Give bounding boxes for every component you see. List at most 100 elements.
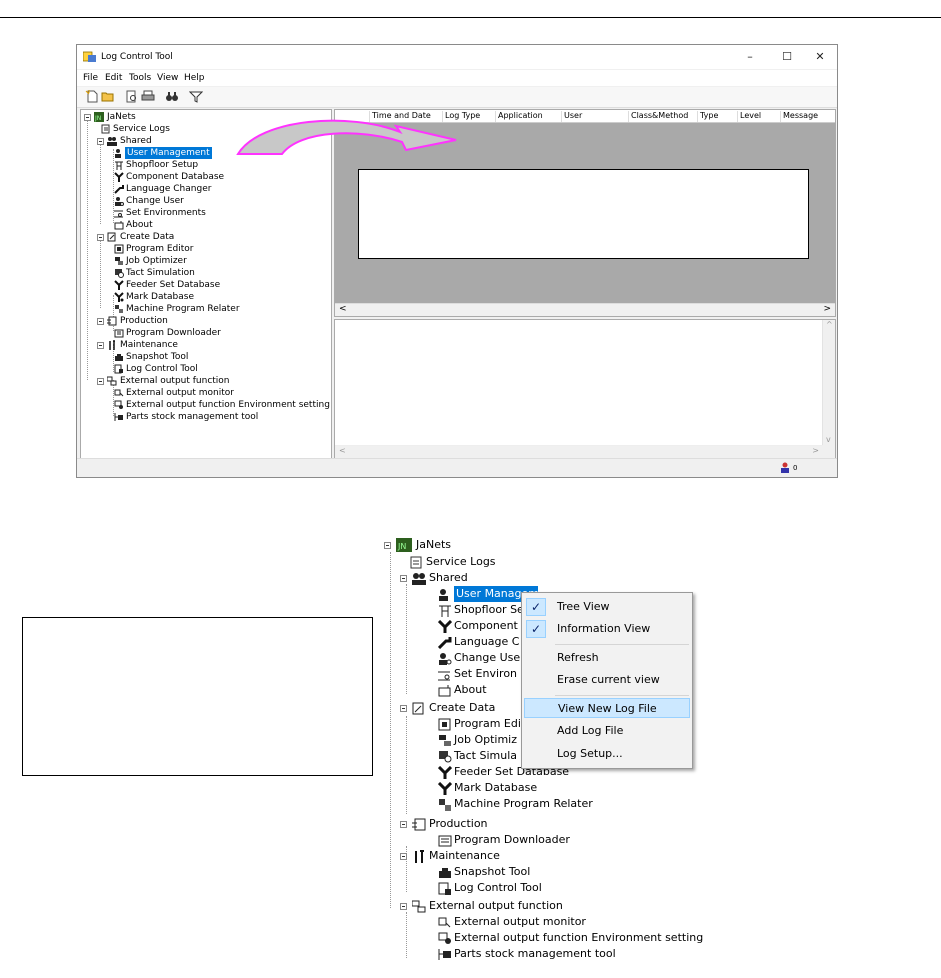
user-icon <box>439 589 448 601</box>
svg-text:JN: JN <box>94 115 101 122</box>
col-type[interactable]: Type <box>697 111 718 122</box>
vertical-scrollbar[interactable]: ^ v <box>822 320 835 458</box>
mark-icon <box>438 782 452 795</box>
create-data-icon <box>412 702 424 715</box>
log-detail-pane: ^ v < > <box>334 319 836 459</box>
svg-text:JN: JN <box>397 542 406 551</box>
col-level[interactable]: Level <box>737 111 761 122</box>
lower-callout-box <box>22 617 373 776</box>
downloader-icon <box>438 835 452 847</box>
menu-file[interactable]: File <box>83 73 98 83</box>
about-icon <box>114 221 124 230</box>
users-icon <box>107 137 117 146</box>
log-control-icon <box>114 364 123 374</box>
menu-item-refresh[interactable]: Refresh <box>524 648 690 668</box>
language-icon <box>438 637 452 649</box>
menu-separator <box>555 644 689 645</box>
filter-icon[interactable] <box>189 90 203 103</box>
horizontal-scrollbar[interactable]: < > <box>335 303 835 316</box>
production-icon <box>412 818 426 831</box>
menu-help[interactable]: Help <box>184 73 205 83</box>
env-setting-icon <box>114 400 123 409</box>
user-status-icon <box>781 462 789 473</box>
job-optimizer-icon <box>439 735 451 746</box>
external-output-icon <box>107 376 117 386</box>
collapse-toggle[interactable] <box>400 705 407 712</box>
shopfloor-icon <box>115 161 123 170</box>
change-user-icon <box>439 653 452 665</box>
job-optimizer-icon <box>115 257 123 265</box>
snapshot-icon <box>115 354 123 361</box>
collapse-toggle[interactable] <box>97 138 104 145</box>
col-application[interactable]: Application <box>495 111 543 122</box>
scroll-down-arrow[interactable]: v <box>826 435 831 444</box>
detail-scroll-left-arrow[interactable]: < <box>339 446 346 455</box>
tools-icon <box>415 850 424 863</box>
external-output-icon <box>412 900 426 913</box>
print-preview-icon[interactable] <box>125 90 139 103</box>
mark-icon <box>114 292 124 302</box>
collapse-toggle[interactable] <box>97 342 104 349</box>
snapshot-icon <box>439 868 451 878</box>
collapse-toggle[interactable] <box>97 378 104 385</box>
about-icon <box>438 685 451 697</box>
minimize-button[interactable]: – <box>735 48 765 66</box>
open-folder-icon[interactable] <box>101 90 115 103</box>
callout-box <box>358 169 809 259</box>
collapse-toggle[interactable] <box>400 853 407 860</box>
find-binoculars-icon[interactable] <box>165 90 179 103</box>
collapse-toggle[interactable] <box>384 542 391 549</box>
collapse-toggle[interactable] <box>400 903 407 910</box>
tree-pane: JN JaNets Service Logs Shared User Manag… <box>80 109 332 459</box>
print-icon[interactable] <box>141 90 155 103</box>
parts-stock-icon <box>438 949 451 960</box>
relater-icon <box>439 799 451 811</box>
check-icon: ✓ <box>526 598 546 616</box>
menu-separator <box>555 695 689 696</box>
scroll-left-arrow[interactable]: < <box>339 304 347 314</box>
menu-item-erase-current-view[interactable]: Erase current view <box>524 670 690 690</box>
env-setting-icon <box>438 932 451 944</box>
collapse-toggle[interactable] <box>84 114 91 121</box>
menu-item-view-new-log-file[interactable]: View New Log File <box>524 698 690 718</box>
context-menu: ✓ Tree View ✓ Information View Refresh E… <box>521 592 693 769</box>
tact-simulation-icon <box>439 751 452 763</box>
menu-item-information-view[interactable]: ✓ Information View <box>524 619 690 639</box>
page-top-rule <box>0 17 941 18</box>
menu-tools[interactable]: Tools <box>129 73 151 83</box>
menu-item-tree-view[interactable]: ✓ Tree View <box>524 597 690 617</box>
environments-icon <box>114 210 123 218</box>
user-count: 0 <box>793 464 798 472</box>
detail-scroll-right-arrow[interactable]: > <box>812 446 819 455</box>
new-icon[interactable] <box>85 90 99 103</box>
collapse-toggle[interactable] <box>97 234 104 241</box>
feeder-icon <box>438 766 452 779</box>
tact-simulation-icon <box>115 269 124 278</box>
user-icon <box>115 149 121 158</box>
menu-view[interactable]: View <box>157 73 178 83</box>
service-logs-icon <box>101 124 110 134</box>
close-button[interactable]: ✕ <box>805 48 835 66</box>
collapse-toggle[interactable] <box>400 575 407 582</box>
status-bar: 0 <box>77 458 837 477</box>
col-message[interactable]: Message <box>780 111 818 122</box>
detail-horizontal-scrollbar[interactable]: < > <box>335 445 823 458</box>
col-class-method[interactable]: Class&Method <box>628 111 688 122</box>
users-icon <box>412 573 426 585</box>
monitor-icon <box>438 917 451 928</box>
menu-item-log-setup[interactable]: Log Setup... <box>524 744 690 764</box>
maximize-button[interactable]: ☐ <box>772 48 802 66</box>
collapse-toggle[interactable] <box>400 821 407 828</box>
production-icon <box>107 316 117 326</box>
monitor-icon <box>114 389 124 397</box>
col-user[interactable]: User <box>561 111 582 122</box>
janets-icon: JN <box>396 538 412 552</box>
relater-icon <box>115 305 123 313</box>
window-title: Log Control Tool <box>101 52 173 62</box>
menu-edit[interactable]: Edit <box>105 73 122 83</box>
collapse-toggle[interactable] <box>97 318 104 325</box>
scroll-up-arrow[interactable]: ^ <box>826 320 833 329</box>
scroll-right-arrow[interactable]: > <box>823 304 831 314</box>
program-editor-icon <box>114 244 124 254</box>
menu-item-add-log-file[interactable]: Add Log File <box>524 721 690 741</box>
